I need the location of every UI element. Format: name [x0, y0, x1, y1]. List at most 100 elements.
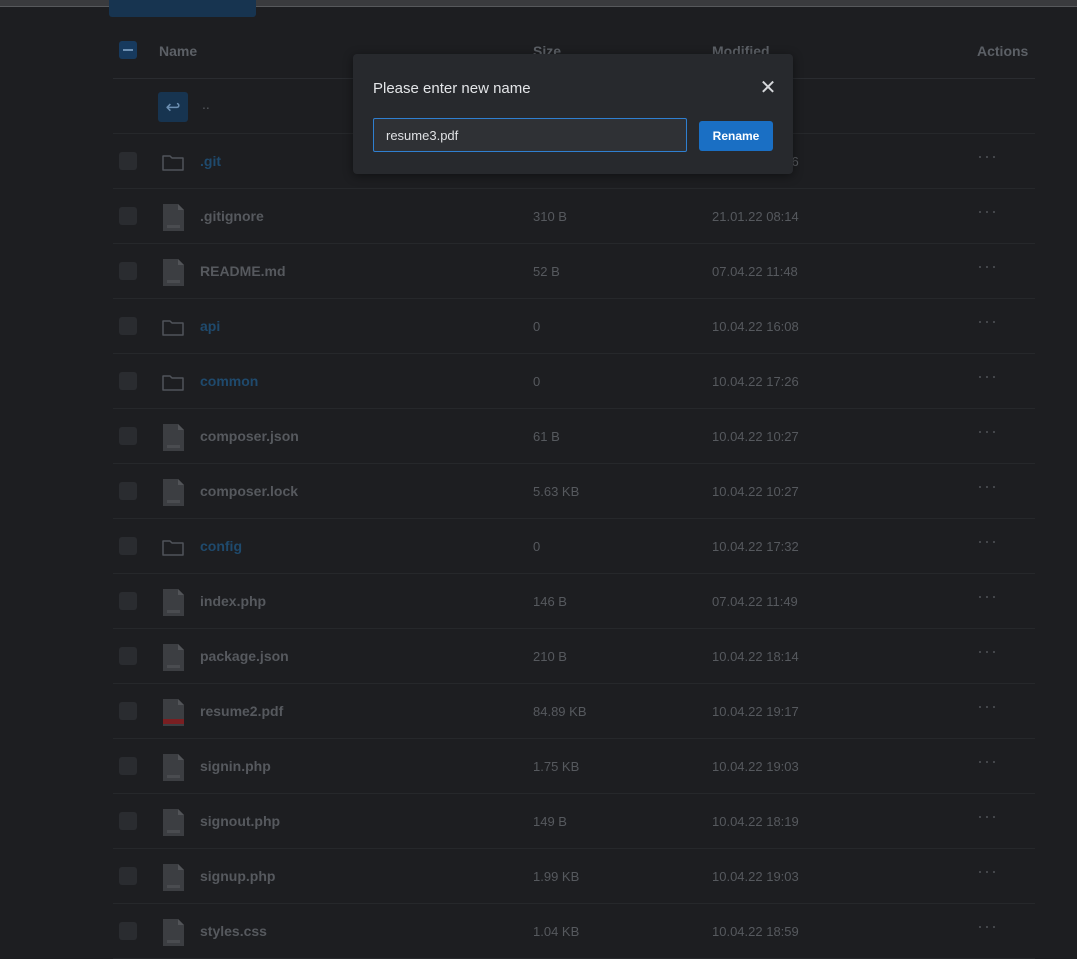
file-name[interactable]: resume2.pdf — [200, 703, 283, 719]
file-size: 52 B — [533, 264, 560, 279]
row-actions-icon[interactable]: ··· — [977, 586, 998, 607]
row-checkbox[interactable] — [119, 317, 137, 335]
file-modified: 10.04.22 19:03 — [712, 759, 799, 774]
table-row[interactable]: signup.php 1.99 KB 10.04.22 19:03 ··· — [113, 849, 1035, 904]
table-row[interactable]: styles.css 1.04 KB 10.04.22 18:59 ··· — [113, 904, 1035, 959]
row-actions-icon[interactable]: ··· — [977, 476, 998, 497]
file-size: 1.04 KB — [533, 924, 580, 939]
table-row[interactable]: signout.php 149 B 10.04.22 18:19 ··· — [113, 794, 1035, 849]
file-modified: 07.04.22 11:49 — [712, 594, 798, 609]
file-modified: 07.04.22 11:48 — [712, 264, 798, 279]
new-name-input[interactable] — [373, 118, 687, 152]
row-checkbox[interactable] — [119, 592, 137, 610]
table-row[interactable]: composer.json 61 B 10.04.22 10:27 ··· — [113, 409, 1035, 464]
row-actions-icon[interactable]: ··· — [977, 806, 998, 827]
column-header-actions: Actions — [977, 43, 1029, 59]
table-row[interactable]: package.json 210 B 10.04.22 18:14 ··· — [113, 629, 1035, 684]
table-row[interactable]: index.php 146 B 07.04.22 11:49 ··· — [113, 574, 1035, 629]
row-checkbox[interactable] — [119, 537, 137, 555]
file-icon — [159, 918, 187, 946]
file-name[interactable]: composer.lock — [200, 483, 298, 499]
table-row[interactable]: resume2.pdf 84.89 KB 10.04.22 19:17 ··· — [113, 684, 1035, 739]
file-modified: 10.04.22 16:08 — [712, 319, 799, 334]
row-actions-icon[interactable]: ··· — [977, 146, 998, 167]
rename-dialog: Please enter new name ✕ Rename — [353, 54, 793, 174]
file-name[interactable]: index.php — [200, 593, 266, 609]
row-checkbox[interactable] — [119, 152, 137, 170]
dialog-title: Please enter new name — [373, 80, 531, 97]
row-actions-icon[interactable]: ··· — [977, 916, 998, 937]
table-row[interactable]: README.md 52 B 07.04.22 11:48 ··· — [113, 244, 1035, 299]
row-actions-icon[interactable]: ··· — [977, 366, 998, 387]
row-actions-icon[interactable]: ··· — [977, 861, 998, 882]
file-name[interactable]: .git — [200, 153, 221, 169]
file-size: 210 B — [533, 649, 567, 664]
folder-icon — [159, 148, 187, 176]
row-checkbox[interactable] — [119, 262, 137, 280]
file-name[interactable]: api — [200, 318, 220, 334]
table-row[interactable]: signin.php 1.75 KB 10.04.22 19:03 ··· — [113, 739, 1035, 794]
table-row[interactable]: .gitignore 310 B 21.01.22 08:14 ··· — [113, 189, 1035, 244]
row-actions-icon[interactable]: ··· — [977, 641, 998, 662]
folder-icon — [159, 368, 187, 396]
close-icon[interactable]: ✕ — [757, 78, 779, 100]
file-name[interactable]: .gitignore — [200, 208, 264, 224]
table-row[interactable]: api 0 10.04.22 16:08 ··· — [113, 299, 1035, 354]
column-header-name[interactable]: Name — [159, 43, 197, 59]
file-modified: 10.04.22 18:59 — [712, 924, 799, 939]
table-row[interactable]: composer.lock 5.63 KB 10.04.22 10:27 ··· — [113, 464, 1035, 519]
file-size: 5.63 KB — [533, 484, 580, 499]
file-size: 310 B — [533, 209, 567, 224]
file-name[interactable]: package.json — [200, 648, 289, 664]
file-name[interactable]: signout.php — [200, 813, 280, 829]
row-actions-icon[interactable]: ··· — [977, 311, 998, 332]
row-checkbox[interactable] — [119, 482, 137, 500]
file-modified: 21.01.22 08:14 — [712, 209, 799, 224]
rename-button[interactable]: Rename — [699, 121, 773, 151]
file-icon — [159, 643, 187, 671]
file-size: 0 — [533, 539, 541, 554]
file-modified: 10.04.22 10:27 — [712, 484, 799, 499]
row-checkbox[interactable] — [119, 757, 137, 775]
table-row[interactable]: config 0 10.04.22 17:32 ··· — [113, 519, 1035, 574]
row-checkbox[interactable] — [119, 207, 137, 225]
file-name[interactable]: composer.json — [200, 428, 299, 444]
row-checkbox[interactable] — [119, 702, 137, 720]
file-modified: 10.04.22 19:03 — [712, 869, 799, 884]
file-size: 61 B — [533, 429, 560, 444]
file-name[interactable]: styles.css — [200, 923, 267, 939]
row-checkbox[interactable] — [119, 427, 137, 445]
row-actions-icon[interactable]: ··· — [977, 256, 998, 277]
file-name[interactable]: signup.php — [200, 868, 275, 884]
file-size: 146 B — [533, 594, 567, 609]
row-checkbox[interactable] — [119, 647, 137, 665]
file-icon — [159, 423, 187, 451]
row-checkbox[interactable] — [119, 372, 137, 390]
row-actions-icon[interactable]: ··· — [977, 421, 998, 442]
row-checkbox[interactable] — [119, 922, 137, 940]
row-checkbox[interactable] — [119, 867, 137, 885]
file-icon — [159, 863, 187, 891]
file-size: 1.99 KB — [533, 869, 580, 884]
return-arrow-icon[interactable]: ↩ — [158, 92, 188, 122]
table-row[interactable]: common 0 10.04.22 17:26 ··· — [113, 354, 1035, 409]
file-name[interactable]: README.md — [200, 263, 286, 279]
file-name[interactable]: config — [200, 538, 242, 554]
file-modified: 10.04.22 18:19 — [712, 814, 799, 829]
row-actions-icon[interactable]: ··· — [977, 751, 998, 772]
file-size: 84.89 KB — [533, 704, 587, 719]
file-name[interactable]: signin.php — [200, 758, 271, 774]
parent-directory-label[interactable]: .. — [202, 96, 210, 112]
file-modified: 10.04.22 10:27 — [712, 429, 799, 444]
row-actions-icon[interactable]: ··· — [977, 696, 998, 717]
upload-button[interactable] — [109, 0, 256, 17]
file-icon — [159, 808, 187, 836]
file-name[interactable]: common — [200, 373, 258, 389]
row-checkbox[interactable] — [119, 812, 137, 830]
folder-icon — [159, 313, 187, 341]
file-size: 1.75 KB — [533, 759, 580, 774]
row-actions-icon[interactable]: ··· — [977, 531, 998, 552]
file-size: 0 — [533, 319, 541, 334]
select-all-checkbox[interactable] — [119, 41, 137, 59]
row-actions-icon[interactable]: ··· — [977, 201, 998, 222]
